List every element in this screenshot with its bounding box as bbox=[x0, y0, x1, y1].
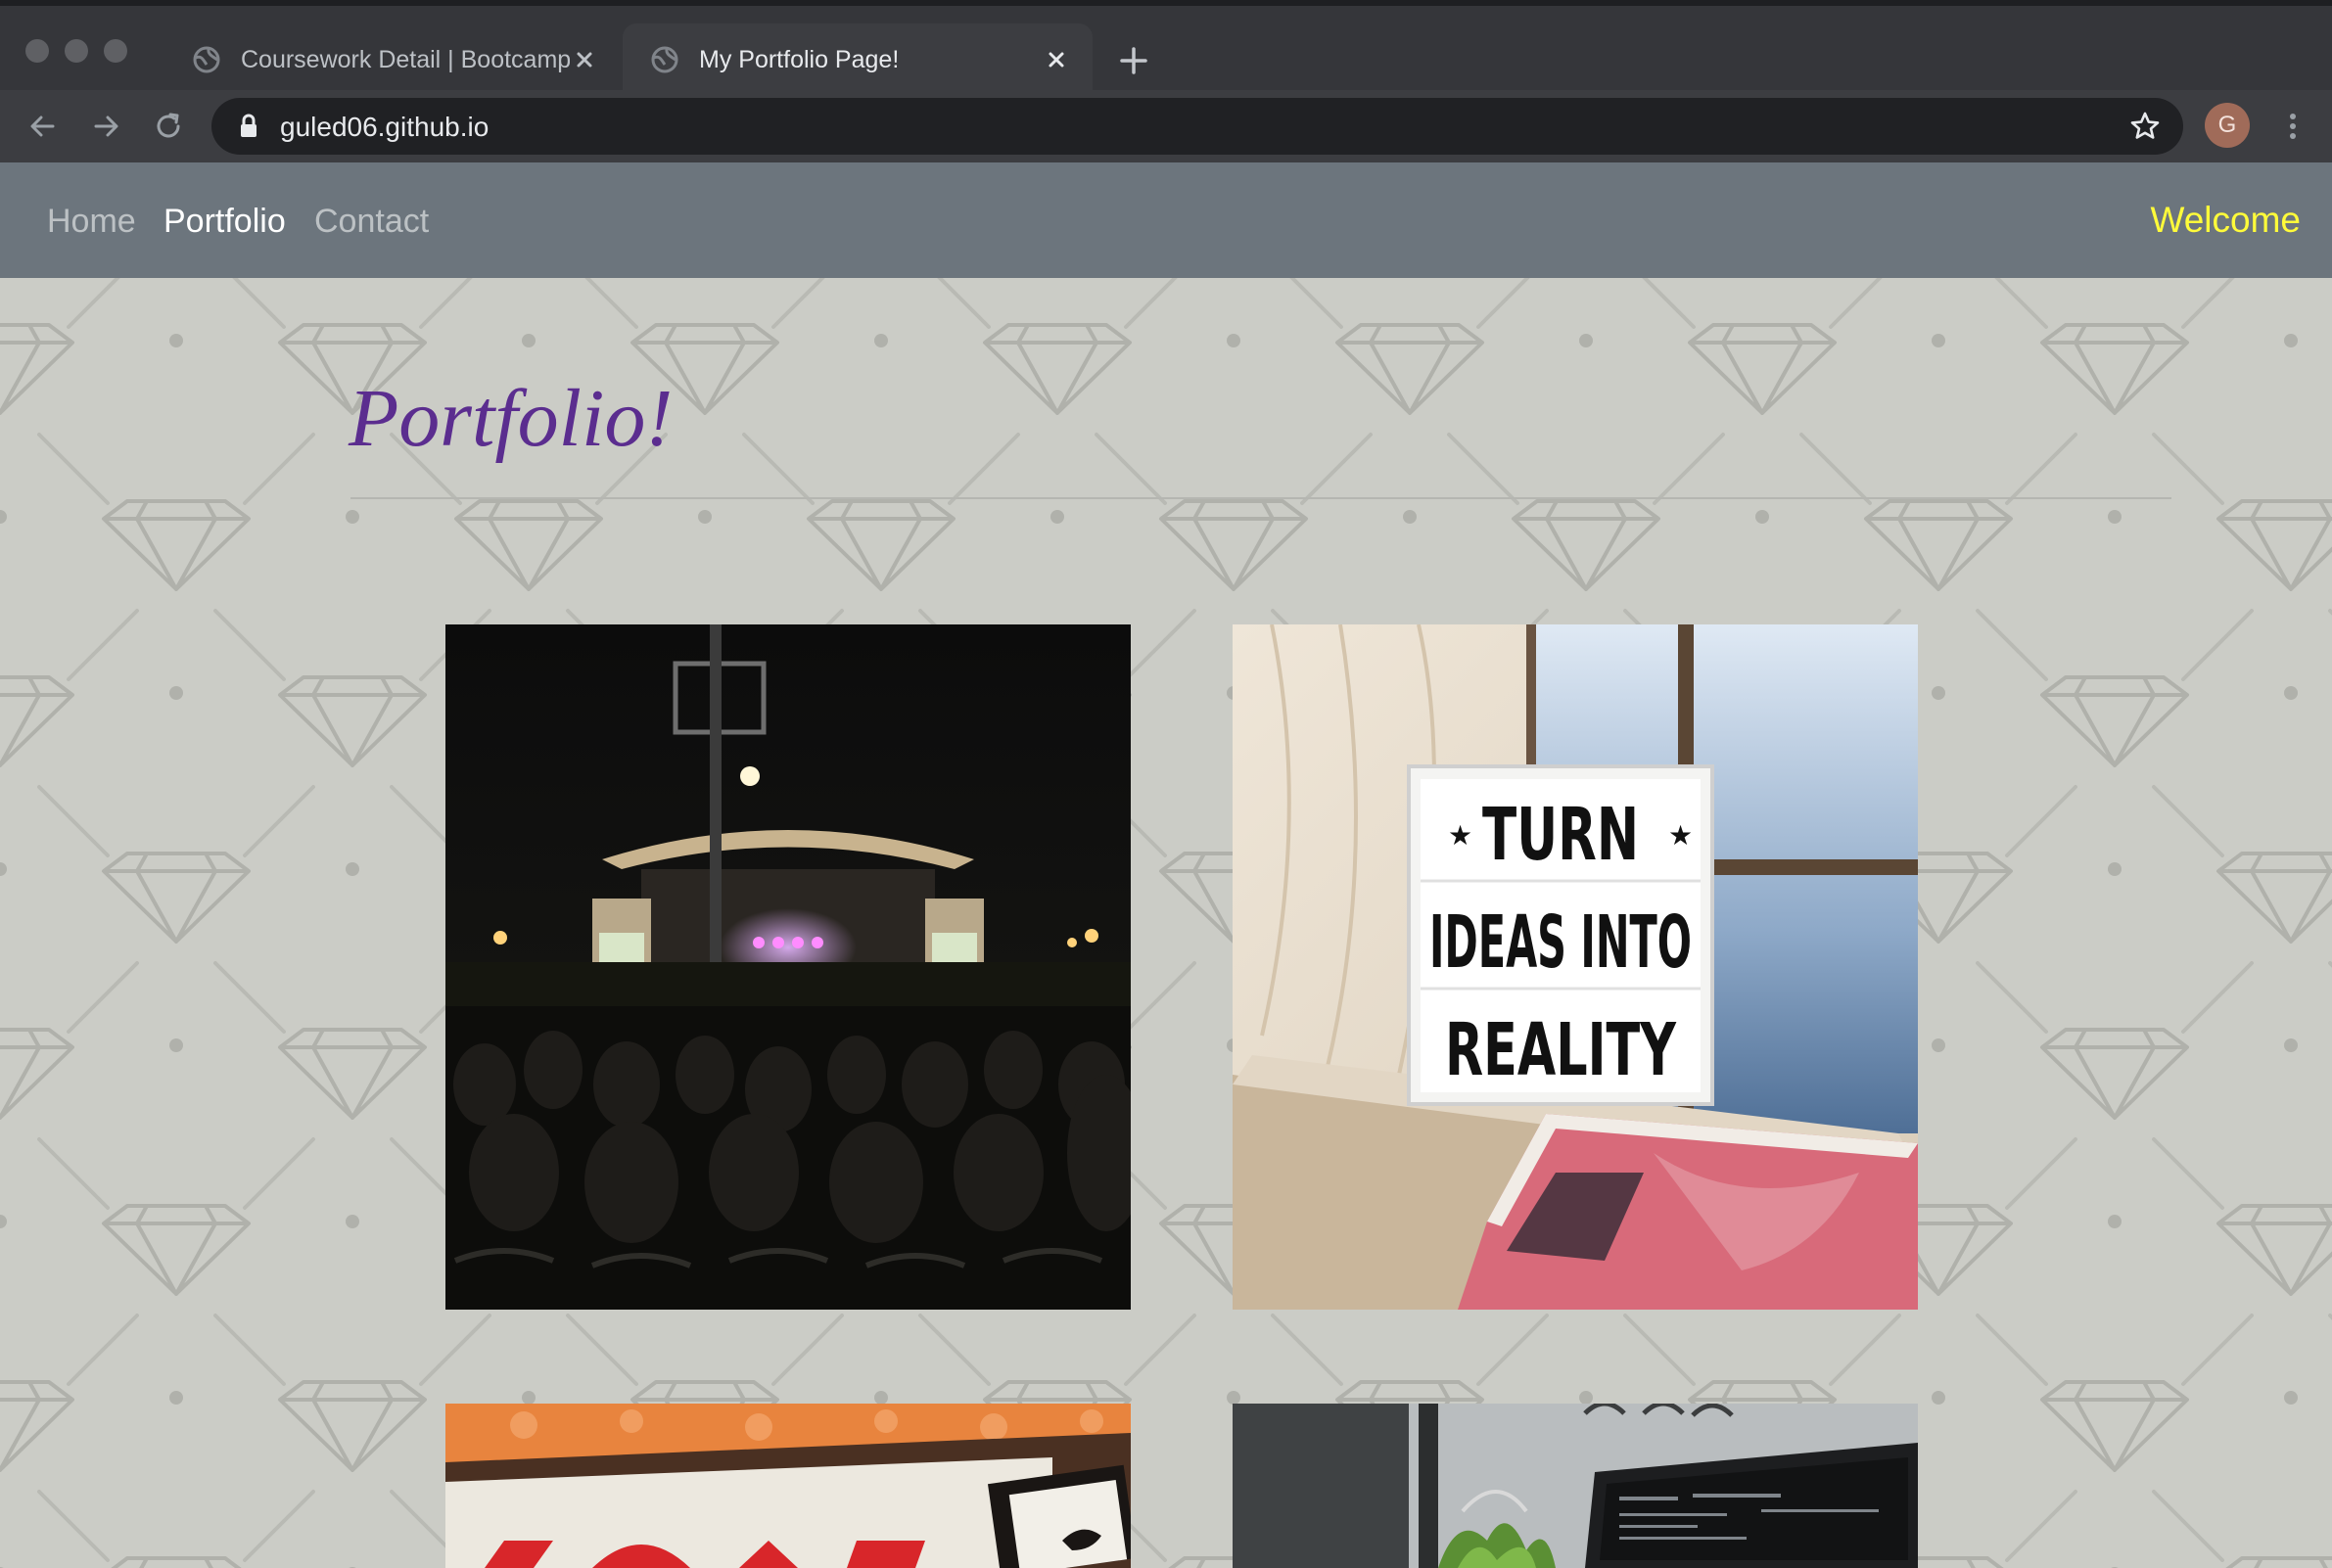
svg-text:★: ★ bbox=[1668, 819, 1693, 852]
forward-arrow-icon[interactable] bbox=[86, 107, 125, 146]
bookmark-star-icon[interactable] bbox=[2128, 110, 2162, 143]
new-tab-plus-icon[interactable] bbox=[1116, 43, 1151, 78]
more-menu-icon[interactable] bbox=[2273, 107, 2312, 146]
page-title: Portfolio! bbox=[349, 373, 674, 464]
sign-line-3: REALITY bbox=[1445, 1008, 1677, 1092]
svg-text:★: ★ bbox=[1448, 819, 1472, 852]
back-arrow-icon[interactable] bbox=[23, 107, 63, 146]
url-text: guled06.github.io bbox=[280, 112, 490, 142]
globe-icon bbox=[651, 46, 678, 73]
nav-link-contact[interactable]: Contact bbox=[314, 202, 429, 241]
tab-my-portfolio[interactable]: My Portfolio Page! bbox=[623, 23, 1093, 96]
sign-line-2: IDEAS INTO bbox=[1429, 900, 1692, 985]
portfolio-image-concert[interactable] bbox=[445, 624, 1131, 1310]
globe-icon bbox=[193, 46, 220, 73]
welcome-text: Welcome bbox=[2150, 200, 2301, 240]
lock-icon[interactable] bbox=[235, 113, 262, 140]
window-minimize-dot[interactable] bbox=[65, 39, 88, 63]
window-close-dot[interactable] bbox=[25, 39, 49, 63]
address-bar[interactable]: guled06.github.io bbox=[211, 98, 2183, 155]
heading-divider bbox=[350, 497, 2171, 499]
nav-link-home[interactable]: Home bbox=[47, 202, 136, 241]
portfolio-image-love-sign[interactable] bbox=[445, 1404, 1131, 1568]
tab-title: My Portfolio Page! bbox=[699, 45, 900, 73]
profile-avatar[interactable]: G bbox=[2205, 103, 2250, 148]
reload-icon[interactable] bbox=[149, 107, 188, 146]
tab-title: Coursework Detail | Bootcamp bbox=[241, 45, 570, 73]
nav-link-portfolio[interactable]: Portfolio bbox=[163, 202, 286, 241]
sign-line-1: TURN bbox=[1482, 793, 1639, 877]
site-navbar: Home Portfolio Contact Welcome bbox=[0, 162, 2332, 278]
portfolio-image-lightbox-sign[interactable]: ★ ★ TURN IDEAS INTO REALITY bbox=[1233, 624, 1918, 1310]
close-icon[interactable] bbox=[1042, 45, 1071, 74]
diamond-background-pattern bbox=[0, 278, 2332, 1568]
page-viewport: Home Portfolio Contact Welcome Portfolio… bbox=[0, 162, 2332, 1568]
portfolio-image-laptop[interactable] bbox=[1233, 1404, 1918, 1568]
tab-coursework-detail[interactable]: Coursework Detail | Bootcamp bbox=[164, 23, 621, 96]
window-zoom-dot[interactable] bbox=[104, 39, 127, 63]
browser-tab-strip: Coursework Detail | Bootcamp My Portfoli… bbox=[0, 0, 2332, 96]
close-icon[interactable] bbox=[570, 45, 599, 74]
browser-toolbar: guled06.github.io G bbox=[0, 90, 2332, 162]
